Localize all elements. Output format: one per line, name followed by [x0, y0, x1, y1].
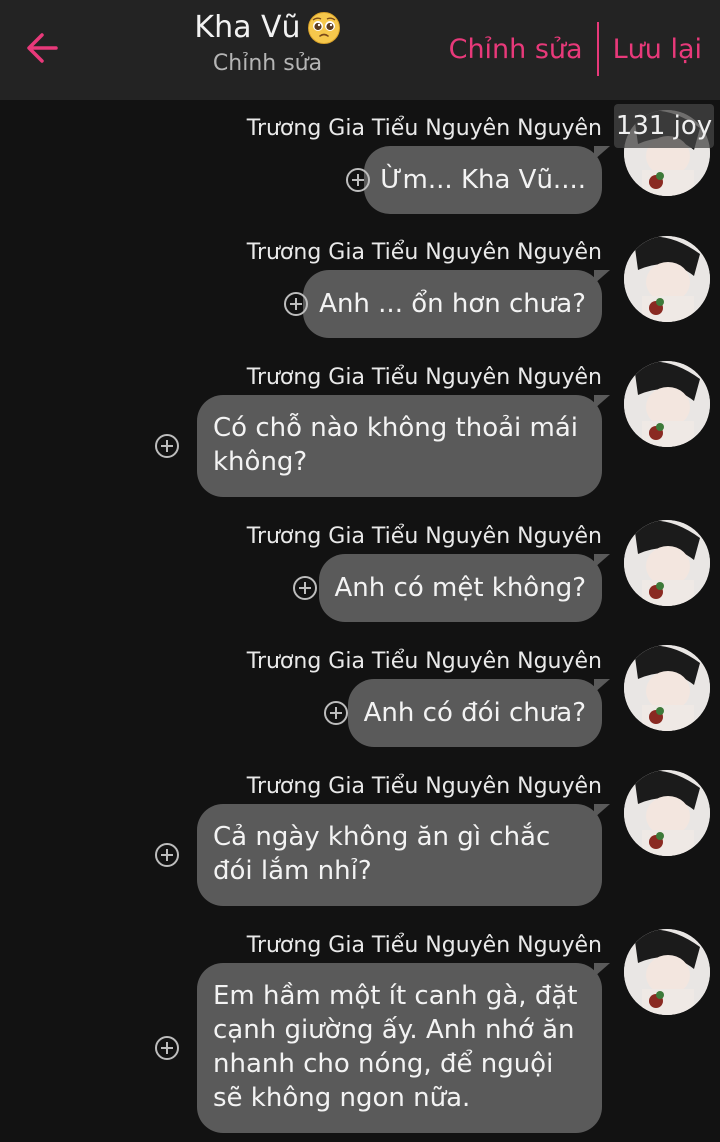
- avatar[interactable]: [624, 361, 710, 447]
- message-bubble[interactable]: Anh có mệt không?: [318, 554, 611, 622]
- message-text: Anh có đói chưa?: [363, 698, 586, 728]
- add-circle-icon[interactable]: [292, 575, 318, 601]
- add-circle-icon[interactable]: [323, 700, 349, 726]
- message-text: Anh có mệt không?: [334, 573, 586, 603]
- message-bubble[interactable]: Anh có đói chưa?: [347, 679, 611, 747]
- message-row: Trương Gia Tiểu Nguyên Nguyên Anh có mệt…: [0, 520, 720, 634]
- avatar-photo: [624, 236, 710, 322]
- avatar[interactable]: [624, 645, 710, 731]
- top-bar: Kha Vũ Chỉnh sửa Chỉnh sửa Lưu lại: [0, 0, 720, 100]
- sender-name: Trương Gia Tiểu Nguyên Nguyên: [246, 524, 602, 549]
- message-row: Trương Gia Tiểu Nguyên Nguyên Em hầm một…: [0, 929, 720, 1138]
- message-bubble[interactable]: Cả ngày không ăn gì chắc đói lắm nhỉ?: [197, 804, 610, 906]
- header-actions: Chỉnh sửa Lưu lại: [449, 22, 702, 76]
- message-bubble[interactable]: Ừm... Kha Vũ....: [364, 146, 610, 214]
- edit-button[interactable]: Chỉnh sửa: [449, 34, 583, 65]
- avatar[interactable]: [624, 520, 710, 606]
- message-row: Trương Gia Tiểu Nguyên Nguyên Anh có đói…: [0, 645, 720, 759]
- avatar[interactable]: [624, 929, 710, 1015]
- message-text: Em hầm một ít canh gà, đặt cạnh giường ấ…: [213, 981, 578, 1113]
- count-badge: 131 joy: [614, 104, 714, 148]
- avatar-photo: [624, 361, 710, 447]
- pleading-face-icon: [307, 11, 340, 44]
- avatar-photo: [624, 929, 710, 1015]
- add-circle-icon[interactable]: [154, 1035, 180, 1061]
- save-button[interactable]: Lưu lại: [613, 34, 702, 65]
- add-circle-icon[interactable]: [345, 167, 371, 193]
- add-circle-icon[interactable]: [154, 842, 180, 868]
- sender-name: Trương Gia Tiểu Nguyên Nguyên: [246, 933, 602, 958]
- message-text: Có chỗ nào không thoải mái không?: [213, 413, 579, 477]
- avatar[interactable]: [624, 770, 710, 856]
- message-bubble[interactable]: Anh ... ổn hơn chưa?: [303, 270, 610, 338]
- add-circle-icon[interactable]: [283, 291, 309, 317]
- avatar[interactable]: [624, 236, 710, 322]
- sender-name: Trương Gia Tiểu Nguyên Nguyên: [246, 649, 602, 674]
- sender-name: Trương Gia Tiểu Nguyên Nguyên: [246, 240, 602, 265]
- message-row: Trương Gia Tiểu Nguyên Nguyên Ừm... Kha …: [0, 110, 720, 224]
- avatar-photo: [624, 645, 710, 731]
- title-block: Kha Vũ Chỉnh sửa: [150, 10, 385, 76]
- sender-name: Trương Gia Tiểu Nguyên Nguyên: [246, 116, 602, 141]
- message-bubble[interactable]: Có chỗ nào không thoải mái không?: [197, 395, 610, 497]
- message-row: Trương Gia Tiểu Nguyên Nguyên Có chỗ nào…: [0, 361, 720, 505]
- header-divider: [596, 22, 599, 76]
- avatar-photo: [624, 770, 710, 856]
- message-row: Trương Gia Tiểu Nguyên Nguyên Anh ... ổn…: [0, 236, 720, 350]
- message-text: Cả ngày không ăn gì chắc đói lắm nhỉ?: [213, 822, 551, 886]
- message-text: Ừm... Kha Vũ....: [380, 165, 586, 195]
- add-circle-icon[interactable]: [154, 433, 180, 459]
- sender-name: Trương Gia Tiểu Nguyên Nguyên: [246, 774, 602, 799]
- sender-name: Trương Gia Tiểu Nguyên Nguyên: [246, 365, 602, 390]
- back-arrow-icon[interactable]: [22, 28, 62, 68]
- page-title: Kha Vũ: [194, 10, 301, 45]
- message-text: Anh ... ổn hơn chưa?: [319, 289, 586, 319]
- message-bubble[interactable]: Em hầm một ít canh gà, đặt cạnh giường ấ…: [197, 963, 610, 1133]
- message-row: Trương Gia Tiểu Nguyên Nguyên Cả ngày kh…: [0, 770, 720, 914]
- page-subtitle: Chỉnh sửa: [212, 51, 323, 76]
- avatar-photo: [624, 520, 710, 606]
